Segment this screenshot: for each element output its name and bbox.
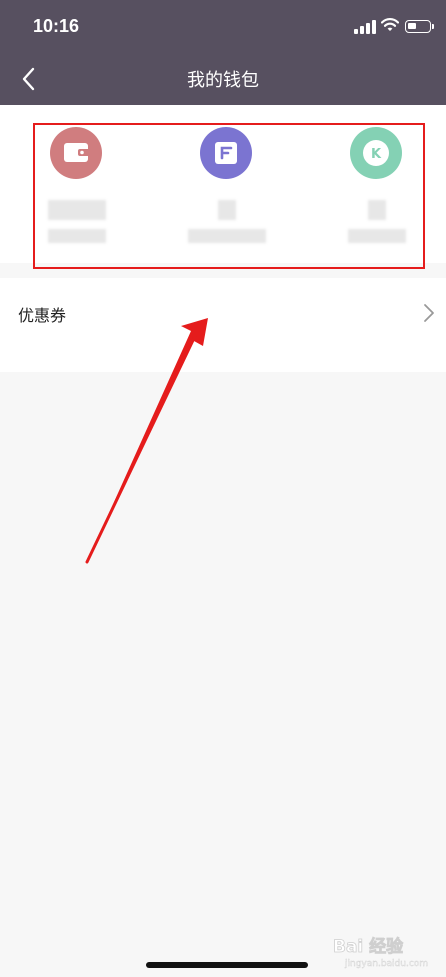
home-indicator[interactable] [146, 962, 308, 968]
chevron-right-icon [424, 304, 434, 322]
svg-text:Bai 经验: Bai 经验 [333, 936, 404, 957]
page-title: 我的钱包 [187, 70, 259, 91]
wifi-icon [380, 17, 400, 33]
battery-icon [405, 20, 434, 33]
watermark-logo: Bai 经验 jingyan.baidu.com [333, 932, 433, 970]
svg-text:jingyan.baidu.com: jingyan.baidu.com [344, 959, 428, 969]
nav-bar: 我的钱包 [0, 52, 446, 105]
highlight-box [33, 123, 425, 269]
battery-level [408, 23, 416, 29]
signal-icon [354, 20, 376, 34]
coupon-label: 优惠券 [18, 306, 67, 325]
coupon-row[interactable]: 优惠券 [0, 278, 446, 372]
status-bar: 10:16 [0, 0, 446, 52]
status-time: 10:16 [33, 16, 80, 36]
